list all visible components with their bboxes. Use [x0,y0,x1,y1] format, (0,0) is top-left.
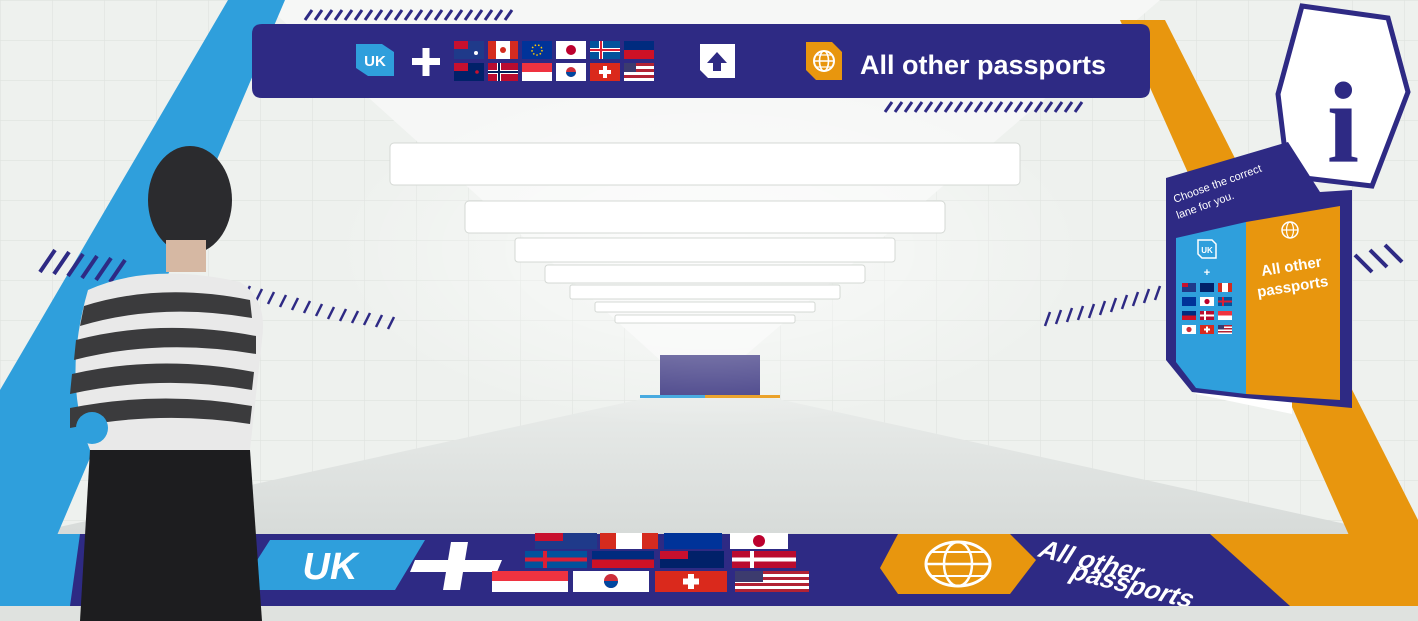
overhead-banner: UK All other passports [252,9,1150,113]
iceland-flag-icon [590,41,620,59]
traveller-head [148,146,232,254]
floor-globe-icon [880,534,1036,594]
board-uk-badge-label: UK [1201,246,1213,255]
singapore-flag-icon [522,63,552,81]
all-other-passports-label: All other passports [860,50,1106,80]
norway-flag-icon [488,63,518,81]
south-korea-flag-icon [556,63,586,81]
info-icon: i [1327,60,1359,188]
corridor-illustration: UK All other passports i Choose the corr… [0,0,1418,621]
up-arrow-icon [700,44,735,78]
globe-icon [806,42,842,80]
australia-flag-icon [454,41,484,59]
canada-flag-icon [488,41,518,59]
eu-flag-icon [522,41,552,59]
board-plus-icon: + [1204,267,1210,279]
uk-badge-label: UK [364,53,386,70]
corridor-scene: UK All other passports i Choose the corr… [0,0,1418,621]
japan-flag-icon [556,41,586,59]
floor-uk-badge-label: UK [303,546,360,588]
new-zealand-flag-icon [454,63,484,81]
usa-flag-icon [624,63,654,81]
switzerland-flag-icon [590,63,620,81]
traveller-bag [80,450,262,621]
liechtenstein-flag-icon [624,41,654,59]
